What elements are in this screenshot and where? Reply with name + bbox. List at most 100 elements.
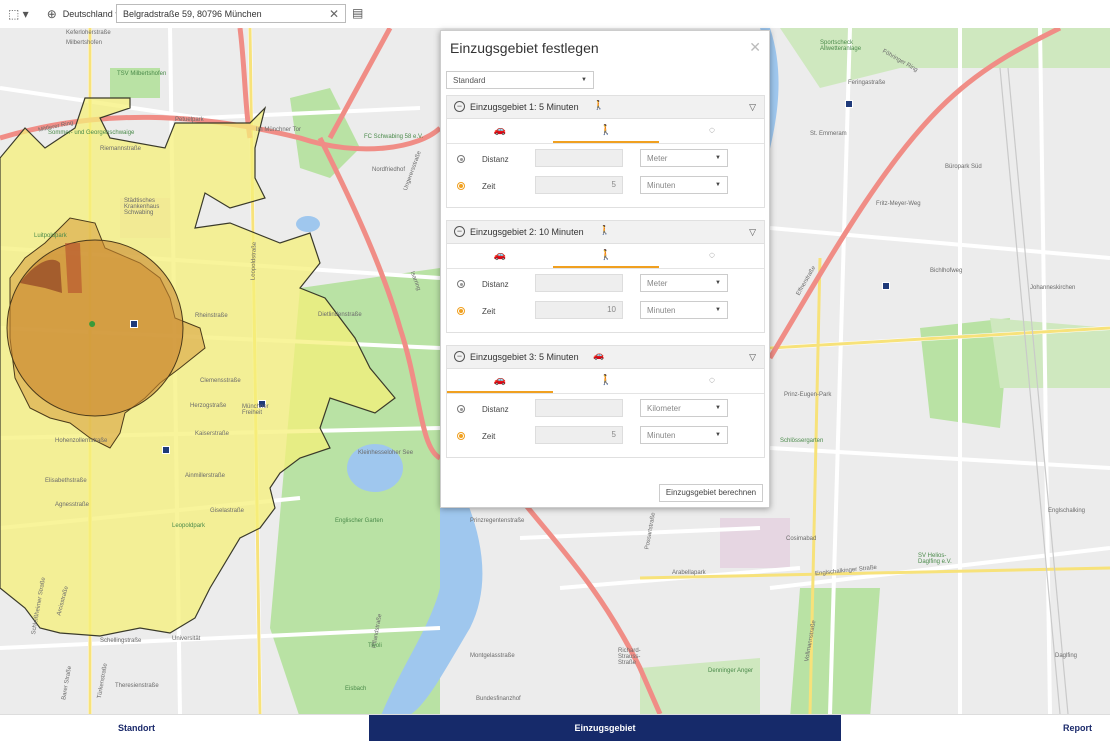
time-radio[interactable] <box>457 307 465 315</box>
preset-select[interactable]: Standard ▼ <box>446 71 594 89</box>
map-label: Riemannstraße <box>100 146 142 152</box>
calculate-button[interactable]: Einzugsgebiet berechnen <box>659 484 763 502</box>
time-unit-select[interactable]: Minuten ▼ <box>640 176 728 194</box>
distance-radio[interactable] <box>457 405 465 413</box>
time-input[interactable]: 5 <box>535 426 623 444</box>
map-label: Petuelpark <box>175 117 204 123</box>
map-label: Büropark Süd <box>945 164 982 170</box>
chevron-down-icon: ▼ <box>715 155 721 161</box>
map-label: Ainmillerstraße <box>185 473 226 479</box>
distance-input[interactable] <box>535 274 623 292</box>
distance-unit-select[interactable]: Kilometer ▼ <box>640 399 728 417</box>
time-label: Zeit <box>482 432 496 441</box>
poi-marker[interactable] <box>845 100 853 108</box>
walk-icon: 🚶 <box>599 375 613 386</box>
mode-tabs: 🚗 🚶 ◌ <box>447 118 764 144</box>
locate-icon[interactable]: ⊕ <box>47 7 57 21</box>
map-label: Im Münchner Tor <box>256 127 301 133</box>
distance-label: Distanz <box>482 405 509 414</box>
time-unit-value: Minuten <box>647 430 676 440</box>
distance-row: Distanz Kilometer ▼ <box>447 399 764 423</box>
nav-standort[interactable]: Standort <box>118 715 155 741</box>
section-title: Einzugsgebiet 1: 5 Minuten <box>470 102 579 112</box>
nav-einzugsgebiet[interactable]: Einzugsgebiet <box>369 715 841 741</box>
country-select[interactable]: Deutschland ▾ <box>63 9 120 20</box>
tab-radius[interactable]: ◌ <box>659 243 765 268</box>
cursor-tool-icon[interactable]: ⬚ ▾ <box>8 7 29 21</box>
section-header[interactable]: − Einzugsgebiet 1: 5 Minuten 🚶 ▽ <box>447 96 764 119</box>
distance-label: Distanz <box>482 280 509 289</box>
time-radio[interactable] <box>457 182 465 190</box>
time-radio[interactable] <box>457 432 465 440</box>
distance-radio[interactable] <box>457 155 465 163</box>
distance-unit-value: Kilometer <box>647 403 681 413</box>
map-label: Leopoldpark <box>172 523 206 529</box>
map-label: Englischer Garten <box>335 518 384 524</box>
tab-car[interactable]: 🚗 <box>447 368 553 393</box>
map-label: FC Schwabing 58 e.V. <box>364 134 424 140</box>
time-label: Zeit <box>482 307 496 316</box>
section-title: Einzugsgebiet 3: 5 Minuten <box>470 352 579 362</box>
distance-radio[interactable] <box>457 280 465 288</box>
map-label: Tivoli <box>368 643 382 649</box>
distance-row: Distanz Meter ▼ <box>447 274 764 298</box>
chevron-down-icon: ▼ <box>715 405 721 411</box>
map-label: Feringastraße <box>848 80 886 86</box>
map-label: St. Emmeram <box>810 131 847 137</box>
address-input[interactable]: Belgradstraße 59, 80796 München ✕ <box>116 4 346 23</box>
distance-unit-select[interactable]: Meter ▼ <box>640 274 728 292</box>
tab-car[interactable]: 🚗 <box>447 243 553 268</box>
nav-report[interactable]: Report <box>1063 715 1092 741</box>
distance-unit-select[interactable]: Meter ▼ <box>640 149 728 167</box>
map-label: Clemensstraße <box>200 378 241 384</box>
poi-marker[interactable] <box>162 446 170 454</box>
distance-label: Distanz <box>482 155 509 164</box>
distance-input[interactable] <box>535 149 623 167</box>
collapse-icon[interactable]: − <box>454 101 465 112</box>
catchment-section-3: − Einzugsgebiet 3: 5 Minuten 🚗 ▽ 🚗 🚶 ◌ D… <box>446 345 765 458</box>
location-pin-icon[interactable]: ● <box>88 315 96 331</box>
tab-radius[interactable]: ◌ <box>659 118 765 143</box>
poi-marker[interactable] <box>882 282 890 290</box>
tab-walk[interactable]: 🚶 <box>553 368 659 393</box>
chevron-down-icon: ▼ <box>715 307 721 313</box>
chevron-down-icon[interactable]: ▽ <box>749 352 756 363</box>
distance-unit-value: Meter <box>647 153 668 163</box>
tab-walk[interactable]: 🚶 <box>553 118 659 143</box>
map-label: Prinz-Eugen-Park <box>784 392 832 398</box>
country-label: Deutschland <box>62 8 113 19</box>
tab-walk[interactable]: 🚶 <box>553 243 659 268</box>
section-header[interactable]: − Einzugsgebiet 2: 10 Minuten 🚶 ▽ <box>447 221 764 244</box>
time-unit-select[interactable]: Minuten ▼ <box>640 426 728 444</box>
time-unit-select[interactable]: Minuten ▼ <box>640 301 728 319</box>
section-header[interactable]: − Einzugsgebiet 3: 5 Minuten 🚗 ▽ <box>447 346 764 369</box>
clear-icon[interactable]: ✕ <box>329 7 339 21</box>
map-label: Sportscheck Allwetteranlage <box>820 40 862 52</box>
radius-icon: ◌ <box>709 375 715 386</box>
chevron-down-icon[interactable]: ▽ <box>749 102 756 113</box>
map-label: Luitpoldpark <box>34 233 67 239</box>
map-label: SV Helios-Daglfing e.V. <box>918 553 952 565</box>
map-label: Schellingstraße <box>100 638 142 644</box>
map-label: Herzogstraße <box>190 403 227 409</box>
car-icon: 🚗 <box>493 375 507 386</box>
tab-car[interactable]: 🚗 <box>447 118 553 143</box>
tab-radius[interactable]: ◌ <box>659 368 765 393</box>
time-label: Zeit <box>482 182 496 191</box>
dialog-title: Einzugsgebiet festlegen <box>450 40 599 56</box>
time-input[interactable]: 5 <box>535 176 623 194</box>
map-label: Universität <box>172 636 201 642</box>
distance-input[interactable] <box>535 399 623 417</box>
map-label: Denninger Anger <box>708 668 754 674</box>
car-icon: 🚗 <box>493 125 507 136</box>
poi-marker[interactable] <box>130 320 138 328</box>
document-icon[interactable]: ▤ <box>352 6 363 20</box>
close-icon[interactable]: ✕ <box>749 39 761 56</box>
time-input[interactable]: 10 <box>535 301 623 319</box>
map-label: Kleinhesseloher See <box>358 450 414 456</box>
catchment-dialog: Einzugsgebiet festlegen ✕ Standard ▼ − E… <box>440 30 770 508</box>
map-label: Theresienstraße <box>115 683 159 689</box>
collapse-icon[interactable]: − <box>454 351 465 362</box>
collapse-icon[interactable]: − <box>454 226 465 237</box>
chevron-down-icon[interactable]: ▽ <box>749 227 756 238</box>
